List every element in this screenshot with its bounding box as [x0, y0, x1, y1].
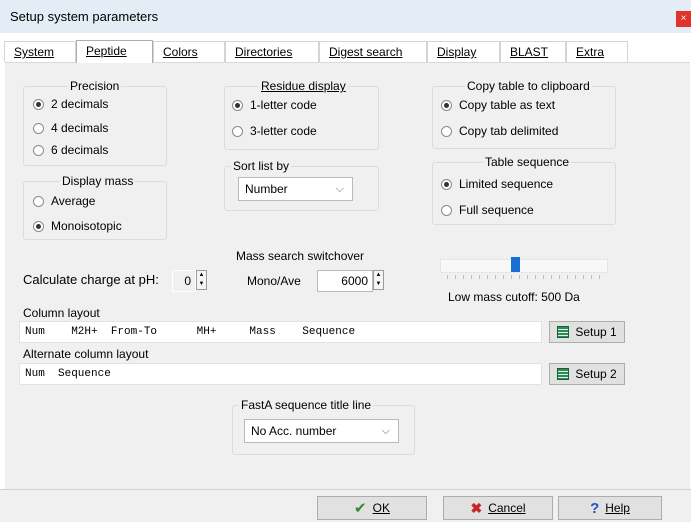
tab-system[interactable]: System: [4, 41, 76, 62]
slider-thumb[interactable]: [511, 257, 520, 272]
charge-ph-value[interactable]: 0: [172, 270, 196, 292]
radio-icon: [33, 195, 44, 207]
tab-peptide[interactable]: Peptide: [76, 40, 153, 63]
sort-list-title: Sort list by: [231, 159, 292, 173]
alternate-column-layout-field[interactable]: Num Sequence: [19, 363, 542, 385]
low-mass-cutoff-slider[interactable]: [440, 259, 608, 273]
precision-2-decimals-radio[interactable]: 2 decimals: [33, 97, 108, 111]
column-layout-field[interactable]: Num M2H+ From-To MH+ Mass Sequence: [19, 321, 542, 343]
column-layout-label: Column layout: [23, 306, 100, 320]
tab-bar: System Peptide Colors Directories Digest…: [4, 40, 689, 63]
copy-table-group: Copy table to clipboard: [432, 79, 616, 149]
display-mass-title: Display mass: [60, 174, 136, 188]
table-icon: [557, 368, 570, 380]
precision-title: Precision: [68, 79, 122, 93]
low-mass-cutoff-label: Low mass cutoff: 500 Da: [448, 290, 580, 304]
radio-icon: [33, 144, 44, 156]
tab-directories[interactable]: Directories: [225, 41, 319, 62]
residue-display-group: Residue display: [224, 79, 379, 150]
one-letter-code-radio[interactable]: 1-letter code: [232, 98, 317, 112]
residue-display-title: Residue display: [259, 79, 348, 93]
mass-switchover-stepper[interactable]: 6000 ▲ ▼: [317, 270, 384, 292]
alternate-column-layout-label: Alternate column layout: [23, 347, 149, 361]
precision-6-decimals-radio[interactable]: 6 decimals: [33, 143, 108, 157]
mass-switchover-value[interactable]: 6000: [317, 270, 373, 292]
radio-selected-icon: [33, 98, 44, 110]
chevron-down-icon: ⌵: [335, 183, 344, 195]
mass-switchover-title: Mass search switchover: [236, 249, 365, 263]
help-question-icon: ?: [590, 499, 600, 517]
copy-tab-delimited-radio[interactable]: Copy tab delimited: [441, 124, 558, 138]
tab-extra[interactable]: Extra: [566, 41, 628, 62]
monoisotopic-radio[interactable]: Monoisotopic: [33, 219, 122, 233]
spin-arrows-icon[interactable]: ▲ ▼: [196, 270, 207, 290]
ok-button[interactable]: ✔ OK: [317, 496, 427, 520]
tab-blast[interactable]: BLAST: [500, 41, 566, 62]
radio-icon: [232, 125, 243, 137]
copy-table-as-text-radio[interactable]: Copy table as text: [441, 98, 555, 112]
tab-display[interactable]: Display: [427, 41, 500, 62]
radio-icon: [33, 122, 44, 134]
radio-selected-icon: [441, 178, 452, 190]
window-title: Setup system parameters: [10, 9, 159, 24]
average-radio[interactable]: Average: [33, 194, 95, 208]
tab-colors[interactable]: Colors: [153, 41, 225, 62]
checkmark-icon: ✔: [354, 500, 367, 517]
copy-table-title: Copy table to clipboard: [465, 79, 592, 93]
setup-2-button[interactable]: Setup 2: [549, 363, 625, 385]
table-sequence-title: Table sequence: [483, 155, 572, 169]
charge-ph-label: Calculate charge at pH:: [23, 272, 159, 287]
full-sequence-radio[interactable]: Full sequence: [441, 203, 534, 217]
three-letter-code-radio[interactable]: 3-letter code: [232, 124, 317, 138]
radio-selected-icon: [441, 99, 452, 111]
chevron-down-icon: ⌵: [381, 425, 390, 437]
slider-ticks: [447, 275, 607, 279]
spin-arrows-icon[interactable]: ▲ ▼: [373, 270, 384, 290]
table-icon: [557, 326, 570, 338]
precision-4-decimals-radio[interactable]: 4 decimals: [33, 121, 108, 135]
close-icon[interactable]: ×: [676, 11, 691, 27]
help-button[interactable]: ? Help: [558, 496, 662, 520]
radio-selected-icon: [33, 220, 44, 232]
radio-selected-icon: [232, 99, 243, 111]
setup-1-button[interactable]: Setup 1: [549, 321, 625, 343]
fasta-title-label: FastA sequence title line: [239, 398, 374, 412]
mono-ave-label: Mono/Ave: [247, 274, 301, 288]
radio-icon: [441, 204, 452, 216]
tab-digest-search[interactable]: Digest search: [319, 41, 427, 62]
cancel-x-icon: ✖: [470, 499, 483, 516]
radio-icon: [441, 125, 452, 137]
charge-ph-stepper[interactable]: 0 ▲ ▼: [172, 270, 207, 292]
cancel-button[interactable]: ✖ Cancel: [443, 496, 553, 520]
limited-sequence-radio[interactable]: Limited sequence: [441, 177, 553, 191]
sort-list-select[interactable]: Number ⌵: [238, 177, 353, 201]
fasta-title-select[interactable]: No Acc. number ⌵: [244, 419, 399, 443]
